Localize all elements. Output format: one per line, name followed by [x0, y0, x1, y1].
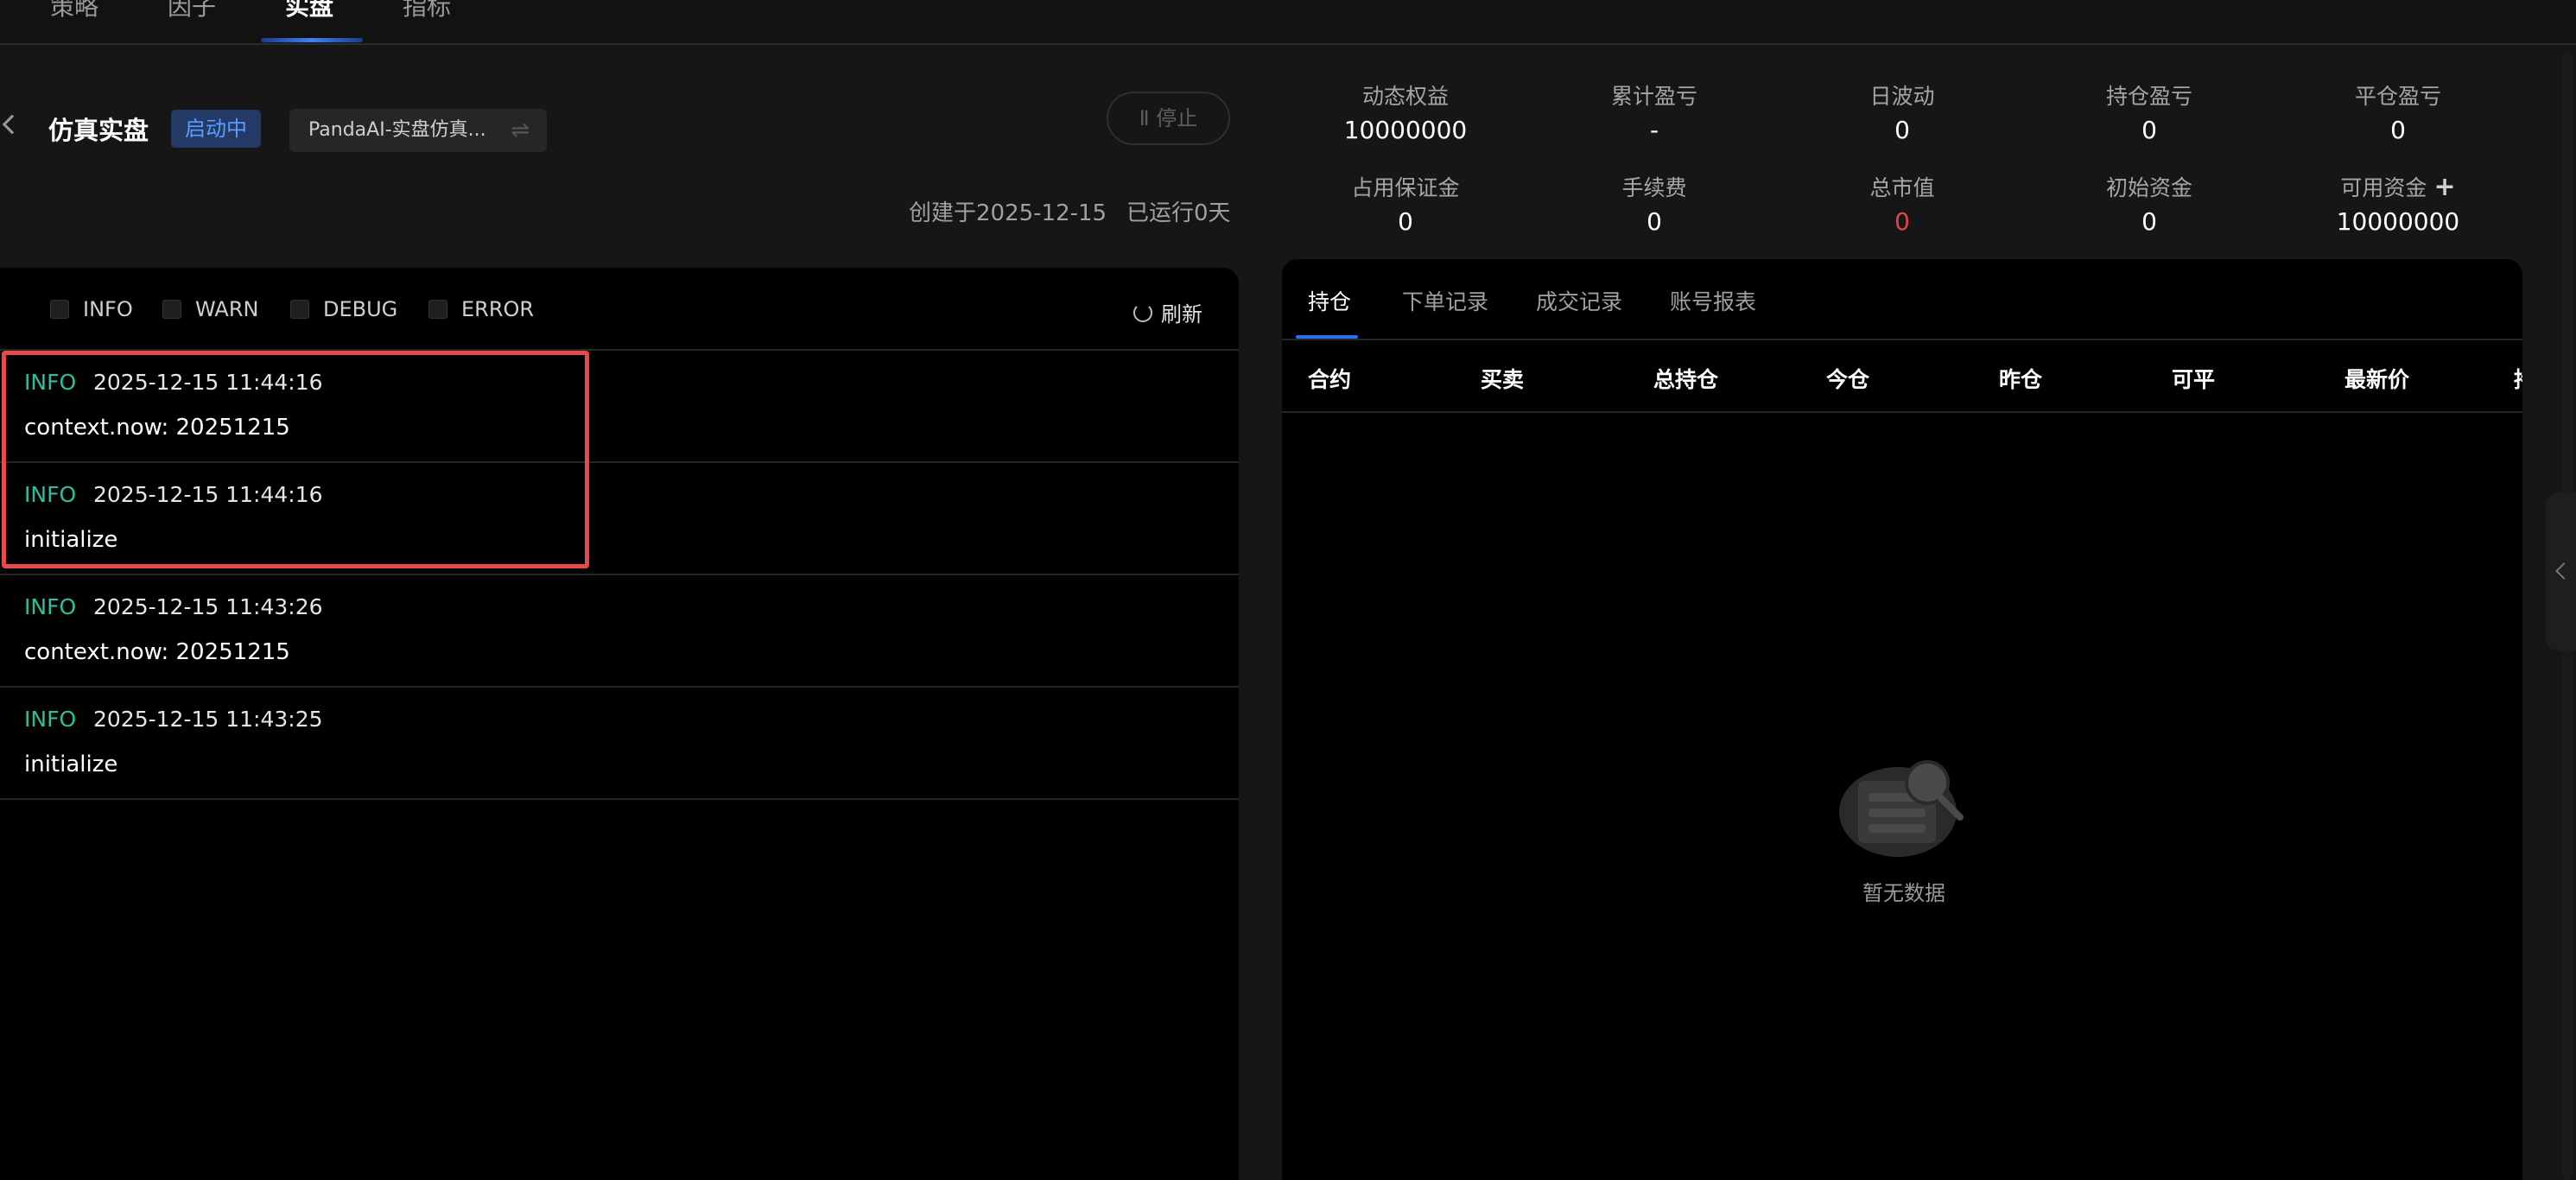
tab-account-report[interactable]: 账号报表 [1670, 285, 1756, 316]
running-days: 已运行0天 [1126, 200, 1231, 226]
status-badge: 启动中 [171, 110, 261, 148]
filter-error-label: ERROR [461, 297, 535, 321]
column-header: 今仓 [1826, 367, 1870, 392]
metric-value: 0 [2141, 116, 2157, 144]
metric-value: 0 [1894, 116, 1910, 144]
back-chevron-icon[interactable] [2, 114, 22, 135]
side-collapse-handle[interactable] [2546, 492, 2576, 651]
empty-data-icon [1830, 752, 1977, 864]
metric-value: 10000000 [2336, 207, 2460, 236]
strategy-selector[interactable]: PandaAI-实盘仿真... ⇌ [289, 109, 547, 152]
metric-dynamic-equity: 动态权益 10000000 [1276, 79, 1535, 144]
metric-value: 0 [1646, 207, 1662, 236]
log-time: 2025-12-15 11:43:25 [93, 707, 323, 732]
metric-cumulative-pnl: 累计盈亏 - [1525, 79, 1784, 144]
top-navigation: 策略 因子 实盘 指标 [0, 0, 2576, 45]
metric-label-row: 可用资金 + [2268, 171, 2528, 202]
metric-label: 可用资金 [2340, 175, 2427, 200]
refresh-button[interactable]: 刷新 [1133, 297, 1202, 327]
nav-tab-live[interactable]: 实盘 [285, 0, 333, 22]
metric-label: 手续费 [1621, 175, 1687, 200]
metric-value: 0 [1398, 207, 1413, 236]
created-date: 创建于2025-12-15 [909, 200, 1107, 226]
filter-info[interactable]: INFO [50, 297, 133, 321]
nav-tab-factor[interactable]: 因子 [168, 0, 216, 22]
active-tab-indicator [1296, 335, 1358, 339]
stop-button[interactable]: Ⅱ 停止 [1107, 92, 1230, 145]
filter-warn-checkbox[interactable] [162, 300, 181, 319]
swap-icon[interactable]: ⇌ [511, 109, 530, 152]
log-filters: INFO WARN DEBUG ERROR 刷新 [0, 268, 1239, 351]
refresh-label: 刷新 [1161, 302, 1202, 327]
chevron-left-icon [2555, 562, 2573, 580]
filter-error[interactable]: ERROR [428, 297, 534, 321]
metric-value: 0 [2390, 116, 2406, 144]
positions-panel: 持仓 下单记录 成交记录 账号报表 合约 买卖 总持仓 今仓 昨仓 可平 最新价… [1282, 259, 2522, 1180]
log-level: INFO [24, 707, 77, 732]
metric-label: 平仓盈亏 [2354, 84, 2441, 109]
pause-icon: Ⅱ [1139, 106, 1157, 130]
refresh-icon [1133, 302, 1152, 322]
stop-button-label: 停止 [1156, 106, 1198, 130]
filter-error-checkbox[interactable] [428, 300, 447, 319]
highlight-annotation-box [2, 351, 589, 568]
metric-value: - [1649, 116, 1659, 144]
metric-initial-capital: 初始资金 0 [2020, 171, 2279, 236]
strategy-name: PandaAI-实盘仿真... [308, 119, 486, 141]
column-header: 可平 [2172, 367, 2216, 392]
positions-table-header: 合约 买卖 总持仓 今仓 昨仓 可平 最新价 持 [1282, 340, 2522, 413]
filter-info-checkbox[interactable] [50, 300, 69, 319]
filter-debug-checkbox[interactable] [290, 300, 309, 319]
tab-trade-records[interactable]: 成交记录 [1536, 285, 1622, 316]
filter-warn-label: WARN [195, 297, 259, 321]
nav-tab-strategy[interactable]: 策略 [50, 0, 98, 22]
column-header: 持 [2514, 363, 2522, 394]
metric-label: 动态权益 [1361, 84, 1449, 109]
metric-label: 总市值 [1869, 175, 1935, 200]
metric-commission: 手续费 0 [1525, 171, 1784, 236]
column-header: 最新价 [2344, 367, 2410, 392]
empty-state: 暂无数据 [1818, 752, 1990, 906]
metric-value: 0 [1894, 207, 1910, 236]
log-entry: INFO 2025-12-15 11:43:25 initialize [0, 688, 1239, 800]
nav-tab-indicator[interactable]: 指标 [403, 0, 451, 22]
column-header: 昨仓 [1999, 367, 2043, 392]
log-time: 2025-12-15 11:43:26 [93, 594, 323, 619]
metric-label: 持仓盈亏 [2105, 84, 2192, 109]
column-header: 买卖 [1481, 367, 1525, 392]
page-title: 仿真实盘 [48, 116, 149, 145]
metric-value: 0 [2141, 207, 2157, 236]
metric-daily-volatility: 日波动 0 [1773, 79, 2032, 144]
column-header: 合约 [1308, 367, 1352, 392]
log-message: initialize [24, 752, 118, 777]
add-funds-icon[interactable]: + [2433, 172, 2455, 202]
metric-label: 初始资金 [2105, 175, 2192, 200]
metric-value: 10000000 [1343, 116, 1468, 144]
filter-info-label: INFO [83, 297, 133, 321]
tab-order-records[interactable]: 下单记录 [1402, 285, 1488, 316]
metric-margin-used: 占用保证金 0 [1276, 171, 1535, 236]
filter-debug[interactable]: DEBUG [290, 297, 397, 321]
filter-warn[interactable]: WARN [162, 297, 258, 321]
metric-available-funds: 可用资金 + 10000000 [2268, 171, 2528, 236]
app-root: 策略 因子 实盘 指标 仿真实盘 启动中 PandaAI-实盘仿真... ⇌ Ⅱ… [0, 0, 2576, 1180]
nav-active-indicator [261, 38, 363, 42]
log-entry: INFO 2025-12-15 11:43:26 context.now: 20… [0, 575, 1239, 688]
positions-tabs: 持仓 下单记录 成交记录 账号报表 [1282, 259, 2522, 340]
column-header: 总持仓 [1653, 367, 1719, 392]
metric-label: 累计盈亏 [1610, 84, 1697, 109]
tab-positions[interactable]: 持仓 [1308, 285, 1351, 316]
empty-state-text: 暂无数据 [1862, 881, 1945, 905]
log-message: context.now: 20251215 [24, 639, 290, 665]
metric-label: 日波动 [1869, 84, 1935, 109]
filter-debug-label: DEBUG [323, 297, 398, 321]
metric-closed-pnl: 平仓盈亏 0 [2268, 79, 2528, 144]
metric-position-pnl: 持仓盈亏 0 [2020, 79, 2279, 144]
metric-total-market-value: 总市值 0 [1773, 171, 2032, 236]
metric-label: 占用保证金 [1351, 175, 1460, 200]
log-level: INFO [24, 594, 77, 619]
